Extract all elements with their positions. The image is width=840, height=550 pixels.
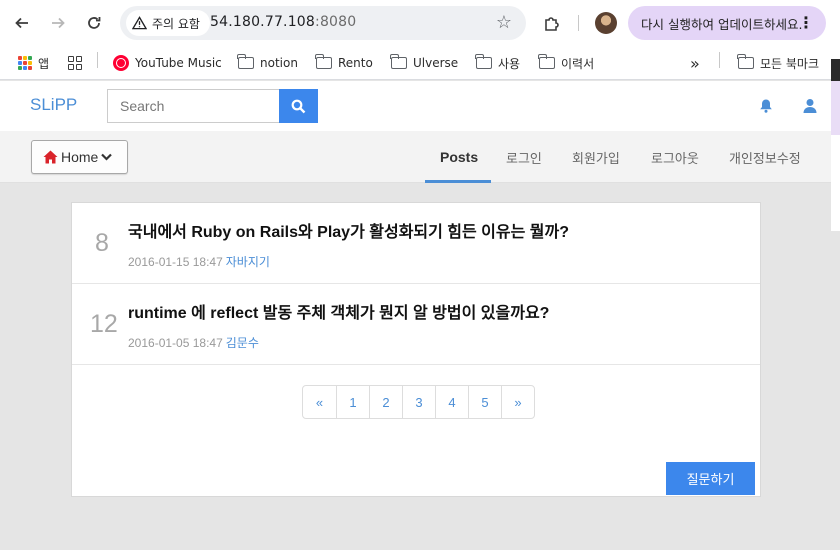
post-meta: 2016-01-05 18:47 김문수 (128, 334, 259, 351)
folder-icon (737, 54, 754, 69)
bookmark-label: Ulverse (413, 56, 459, 70)
pagination: « 1 2 3 4 5 » (302, 385, 535, 419)
post-answer-count: 8 (95, 229, 109, 257)
bookmark-folder-notion[interactable]: notion (237, 52, 298, 74)
url-text: 54.180.77.108:8080 (210, 14, 356, 30)
sub-navigation: Home Posts 로그인 회원가입 로그아웃 개인정보수정 (0, 131, 831, 183)
all-bookmarks-folder[interactable]: 모든 북마크 (737, 52, 820, 74)
bookmark-label: YouTube Music (135, 56, 222, 70)
bookmark-folder-rento[interactable]: Rento (315, 52, 373, 74)
browser-toolbar: 주의 요함 54.180.77.108:8080 ☆ 다시 실행하여 업데이트하… (0, 0, 840, 46)
page-next-link[interactable]: » (501, 386, 534, 418)
reload-icon[interactable] (82, 11, 106, 35)
ask-question-button[interactable]: 질문하기 (666, 462, 755, 495)
bookmark-label: 앱 (38, 56, 50, 71)
toolbar-divider (578, 15, 579, 31)
notification-bell-icon[interactable] (758, 97, 774, 113)
post-row[interactable]: 8 국내에서 Ruby on Rails와 Play가 활성화되기 힘든 이유는… (72, 203, 760, 284)
site-brand-logo[interactable]: SLiPP (30, 95, 77, 115)
profile-avatar[interactable] (595, 12, 617, 34)
page-link-1[interactable]: 1 (336, 386, 369, 418)
posts-panel: 8 국내에서 Ruby on Rails와 Play가 활성화되기 힘든 이유는… (71, 202, 761, 497)
home-dropdown-button[interactable]: Home (31, 140, 128, 174)
active-tab-indicator (425, 180, 491, 183)
search-button[interactable] (279, 89, 318, 123)
extensions-puzzle-icon[interactable] (540, 11, 564, 35)
user-icon[interactable] (802, 97, 818, 113)
address-bar[interactable]: 주의 요함 54.180.77.108:8080 ☆ (120, 6, 526, 40)
bookmark-tab-groups[interactable] (68, 52, 82, 74)
bookmark-star-icon[interactable]: ☆ (496, 12, 512, 33)
more-vert-icon[interactable]: ⋮ (798, 13, 814, 32)
folder-icon (390, 54, 407, 69)
relaunch-update-label: 다시 실행하여 업데이트하세요. (641, 16, 803, 32)
bookmark-folder-usage[interactable]: 사용 (475, 52, 521, 74)
security-warning-label: 주의 요함 (152, 16, 200, 31)
page-link-4[interactable]: 4 (435, 386, 468, 418)
tab-posts[interactable]: Posts (440, 131, 478, 183)
post-meta: 2016-01-15 18:47 자바지기 (128, 253, 270, 270)
relaunch-update-button[interactable]: 다시 실행하여 업데이트하세요. ⋮ (628, 6, 826, 40)
bookmark-divider (97, 52, 98, 68)
post-author-link[interactable]: 김문수 (226, 336, 259, 350)
folder-icon (237, 54, 254, 69)
post-datetime: 2016-01-05 18:47 (128, 336, 223, 350)
bookmark-apps[interactable]: 앱 (18, 52, 49, 74)
post-datetime: 2016-01-15 18:47 (128, 255, 223, 269)
side-panel-edge (831, 59, 840, 550)
back-arrow-icon[interactable] (10, 11, 34, 35)
home-button-label: Home (61, 149, 99, 165)
post-row[interactable]: 12 runtime 에 reflect 발동 주체 객체가 뭔지 알 방법이 … (72, 284, 760, 365)
url-host: 54.180.77.108 (210, 14, 316, 30)
warning-triangle-icon (132, 16, 147, 30)
tab-signup[interactable]: 회원가입 (572, 131, 620, 183)
bookmark-label: 사용 (498, 56, 521, 71)
post-author-link[interactable]: 자바지기 (226, 255, 270, 269)
bookmarks-bar: 앱 YouTube Music notion Rento Ulverse 사용 … (0, 46, 840, 80)
folder-icon (538, 54, 555, 69)
search-icon (291, 99, 306, 113)
forward-arrow-icon[interactable] (46, 11, 70, 35)
all-bookmarks-label: 모든 북마크 (760, 56, 820, 71)
page-link-2[interactable]: 2 (369, 386, 402, 418)
security-warning-chip[interactable]: 주의 요함 (126, 10, 210, 36)
apps-grid-icon (18, 56, 32, 70)
tab-edit-profile[interactable]: 개인정보수정 (729, 131, 801, 183)
bookmark-folder-resume[interactable]: 이력서 (538, 52, 595, 74)
bookmarks-overflow-chevron-icon[interactable]: » (690, 52, 700, 74)
post-title-link[interactable]: 국내에서 Ruby on Rails와 Play가 활성화되기 힘든 이유는 뭘… (128, 218, 569, 242)
post-answer-count: 12 (90, 310, 118, 338)
chevron-down-icon (101, 153, 113, 161)
page-link-5[interactable]: 5 (468, 386, 501, 418)
home-icon (43, 150, 58, 164)
bookmark-youtube-music[interactable]: YouTube Music (113, 52, 222, 74)
page-prev-link[interactable]: « (303, 386, 336, 418)
site-header: SLiPP (0, 81, 831, 131)
bookmark-label: notion (260, 56, 298, 70)
bookmark-label: Rento (338, 56, 373, 70)
tab-login[interactable]: 로그인 (506, 131, 542, 183)
post-title-link[interactable]: runtime 에 reflect 발동 주체 객체가 뭔지 알 방법이 있을까… (128, 299, 549, 323)
folder-icon (315, 54, 332, 69)
tab-logout[interactable]: 로그아웃 (651, 131, 699, 183)
page-link-3[interactable]: 3 (402, 386, 435, 418)
bookmark-divider (719, 52, 720, 68)
bookmark-folder-ulverse[interactable]: Ulverse (390, 52, 459, 74)
url-port: :8080 (315, 14, 357, 30)
tab-groups-icon (68, 56, 82, 70)
web-page: SLiPP Home Posts 로그인 회원가입 로그아웃 개인정보수정 8 … (0, 59, 840, 550)
youtube-music-icon (113, 55, 129, 71)
bookmark-label: 이력서 (561, 56, 595, 71)
folder-icon (475, 54, 492, 69)
search-input[interactable] (107, 89, 279, 123)
